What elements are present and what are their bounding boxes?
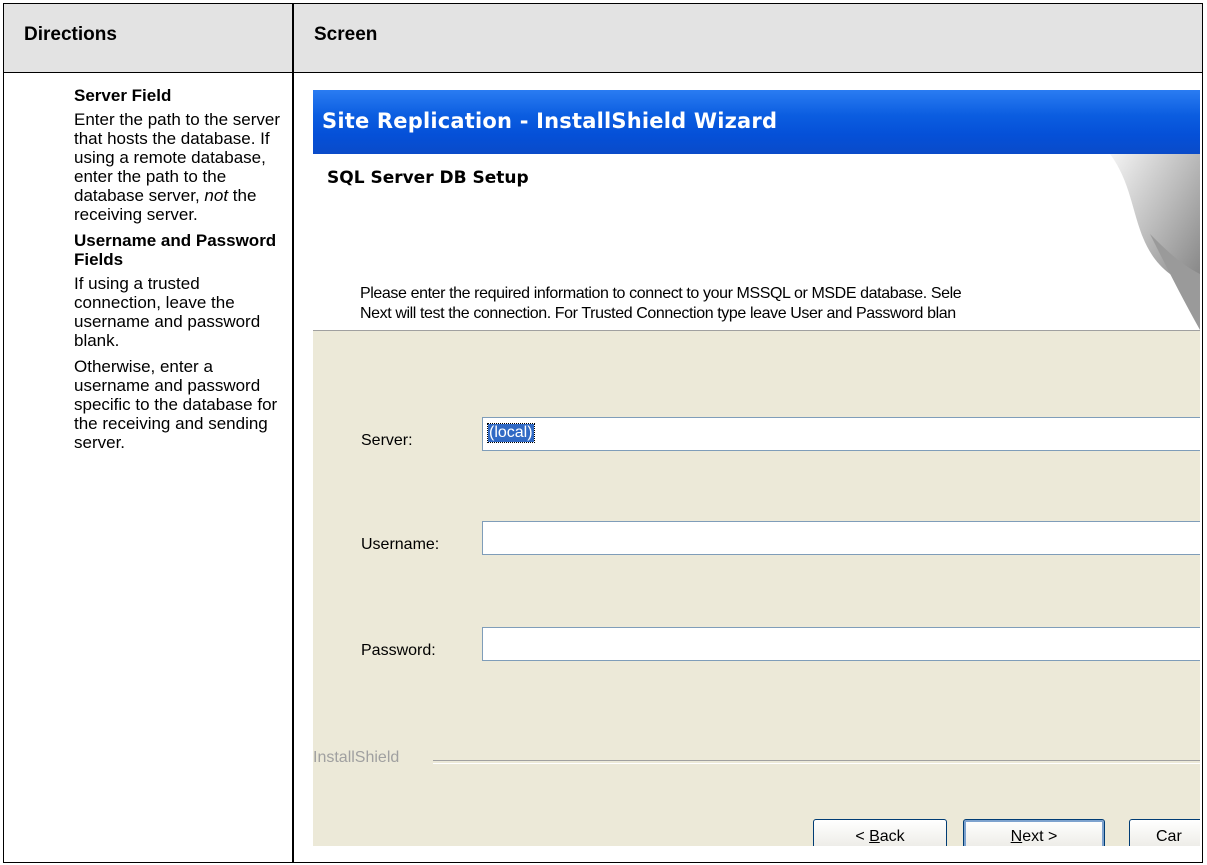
username-label: Username: — [361, 536, 440, 553]
server-field-text: Enter the path to the server that hosts … — [74, 110, 281, 224]
banner-title: SQL Server DB Setup — [327, 168, 529, 188]
trusted-connection-text: If using a trusted connection, leave the… — [74, 274, 261, 350]
username-input[interactable] — [482, 521, 1200, 555]
header-directions: Directions — [24, 24, 117, 45]
intro-text: Please enter the required information to… — [360, 285, 962, 322]
server-label: Server: — [361, 432, 413, 449]
installshield-brand: InstallShield — [313, 749, 400, 766]
password-input[interactable] — [482, 627, 1200, 661]
credentials-text: Otherwise, enter a username and password… — [74, 357, 278, 452]
window-title: Site Replication - InstallShield Wizard — [322, 109, 778, 133]
directions-column: Server Field Enter the path to the serve… — [74, 86, 286, 459]
column-divider — [292, 4, 294, 862]
installshield-wizard-window: Site Replication - InstallShield Wizard … — [313, 90, 1200, 846]
next-button[interactable]: Next > — [963, 819, 1105, 846]
table-header: Directions Screen — [4, 4, 1202, 73]
server-field-heading: Server Field — [74, 86, 172, 105]
cancel-button[interactable]: Car — [1129, 819, 1200, 846]
password-label: Password: — [361, 642, 436, 659]
window-titlebar[interactable]: Site Replication - InstallShield Wizard — [313, 90, 1200, 154]
server-value: (local) — [487, 423, 535, 443]
header-screen: Screen — [314, 24, 378, 45]
back-button[interactable]: < Back — [813, 819, 947, 846]
brand-divider — [433, 760, 1200, 764]
username-password-heading: Username and Password Fields — [74, 231, 277, 269]
server-input[interactable]: (local) — [482, 417, 1200, 451]
